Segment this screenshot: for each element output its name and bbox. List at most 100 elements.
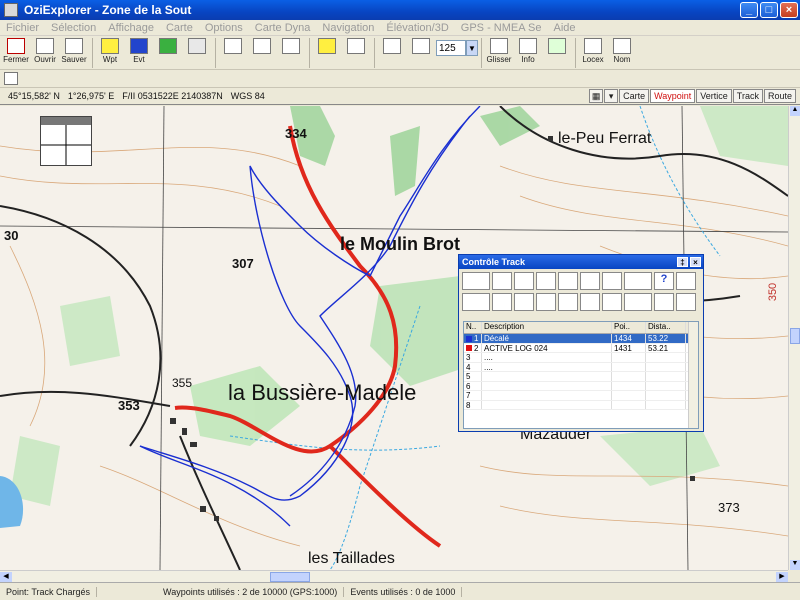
- track-tool-icon-11[interactable]: [462, 293, 490, 311]
- menu-item[interactable]: Élévation/3D: [380, 22, 454, 34]
- track-tool-icon-5[interactable]: [558, 272, 578, 290]
- dialog-pin-icon[interactable]: ‡: [677, 257, 688, 267]
- track-tool-icon-20[interactable]: [676, 293, 696, 311]
- table-row[interactable]: 1 Décalé 1434 53.22: [464, 334, 698, 344]
- map-find-button[interactable]: [342, 38, 370, 54]
- track-number: 4: [466, 362, 471, 372]
- save-map-icon[interactable]: ▾: [604, 89, 619, 103]
- mode-tab-vertice[interactable]: Vertice: [696, 89, 732, 103]
- arrow-up-icon[interactable]: [580, 293, 600, 311]
- table-row[interactable]: 3....: [464, 353, 698, 363]
- track-list-scrollbar[interactable]: [688, 322, 698, 428]
- table-row[interactable]: 2 ACTIVE LOG 024 1431 53.21: [464, 343, 698, 353]
- map-label: le-Peu Ferrat: [558, 130, 652, 147]
- mode-tab-route[interactable]: Route: [763, 89, 796, 103]
- menu-item[interactable]: Carte: [160, 22, 199, 34]
- map-find-icon: [347, 38, 365, 54]
- drag-button[interactable]: Glisser: [485, 38, 513, 64]
- track-tool-icon-8[interactable]: [624, 272, 652, 290]
- vertical-scrollbar[interactable]: ▲ ▼: [788, 106, 800, 570]
- menu-item[interactable]: Sélection: [45, 22, 102, 34]
- menu-item[interactable]: Aide: [547, 22, 581, 34]
- map-label: 30: [4, 228, 19, 243]
- arrow-down-icon[interactable]: [602, 293, 622, 311]
- track-tool-icon-18[interactable]: [624, 293, 652, 311]
- mode-buttons: ▦ ▾ Carte Waypoint Vertice Track Route: [588, 89, 796, 103]
- track-tool-icon-7[interactable]: [602, 272, 622, 290]
- map-label: 334: [285, 126, 307, 141]
- track-distance: [646, 353, 686, 362]
- track-list[interactable]: N.. Description Poi.. Dista.. 1 Décalé 143…: [463, 321, 699, 429]
- close-button[interactable]: ×: [780, 2, 798, 18]
- vertical-scroll-thumb[interactable]: [790, 328, 800, 344]
- mode-tab-carte[interactable]: Carte: [619, 89, 650, 103]
- track-tool-icon-1[interactable]: [462, 272, 490, 290]
- table-row[interactable]: 7: [464, 391, 698, 401]
- windows-button[interactable]: [407, 38, 435, 54]
- track-tool-icon-15[interactable]: [558, 293, 578, 311]
- menu-item[interactable]: Fichier: [0, 22, 45, 34]
- track-color-swatch[interactable]: [466, 345, 472, 352]
- track-tool-icon-6[interactable]: [580, 272, 600, 290]
- track-number: 1: [474, 334, 479, 343]
- grid-icon[interactable]: [4, 72, 18, 85]
- track-tool-icon-10[interactable]: [676, 272, 696, 290]
- mode-tab-waypoint[interactable]: Waypoint: [650, 89, 696, 103]
- help-icon[interactable]: ?: [654, 272, 674, 290]
- menu-item[interactable]: Carte Dyna: [249, 22, 317, 34]
- minimize-button[interactable]: _: [740, 2, 758, 18]
- track-color-swatch[interactable]: [466, 335, 472, 342]
- horizontal-scroll-thumb[interactable]: [270, 572, 310, 582]
- menu-item[interactable]: Navigation: [316, 22, 380, 34]
- track-tool-icon-13[interactable]: [514, 293, 534, 311]
- track-tool-icon-19[interactable]: [654, 293, 674, 311]
- table-row[interactable]: 6: [464, 381, 698, 391]
- nav-button-1[interactable]: [219, 38, 247, 54]
- track-tool-icon-2[interactable]: [492, 272, 512, 290]
- event-icon: [130, 38, 148, 54]
- nav-button-3[interactable]: [277, 38, 305, 54]
- menu-item[interactable]: GPS - NMEA Se: [455, 22, 548, 34]
- table-row[interactable]: 4....: [464, 362, 698, 372]
- menu-item[interactable]: Affichage: [102, 22, 160, 34]
- dialog-close-icon[interactable]: ×: [690, 257, 701, 267]
- move-arrows-button[interactable]: [543, 38, 571, 54]
- track-description: ....: [482, 353, 612, 362]
- event-button[interactable]: Evt: [125, 38, 153, 64]
- map-label: 373: [718, 500, 740, 515]
- dialog-title: Contrôle Track: [462, 257, 526, 267]
- zoom-level-input[interactable]: 125: [436, 40, 466, 56]
- zoom-dropdown-icon[interactable]: ▼: [466, 40, 478, 56]
- track-number: 3: [466, 353, 471, 362]
- locex-button[interactable]: Locex: [579, 38, 607, 64]
- name-button[interactable]: Nom: [608, 38, 636, 64]
- track-tool-icon-12[interactable]: [492, 293, 512, 311]
- print-icon[interactable]: ▦: [589, 89, 604, 103]
- overview-map[interactable]: [40, 116, 92, 166]
- nav-button-2[interactable]: [248, 38, 276, 54]
- datum-readout: WGS 84: [230, 91, 265, 101]
- route-tool-button[interactable]: [183, 38, 211, 54]
- title-bar: OziExplorer - Zone de la Sout _ □ ×: [0, 0, 800, 20]
- mode-tab-track[interactable]: Track: [732, 89, 763, 103]
- track-tool-button[interactable]: [154, 38, 182, 54]
- close-map-button[interactable]: Fermer: [2, 38, 30, 64]
- table-row[interactable]: 5: [464, 372, 698, 382]
- map-list-icon: [318, 38, 336, 54]
- horizontal-scrollbar[interactable]: ◀ ▶: [0, 570, 788, 582]
- zoom-find-button[interactable]: [378, 38, 406, 54]
- map-list-button[interactable]: [313, 38, 341, 54]
- open-button[interactable]: Ouvrir: [31, 38, 59, 64]
- table-row[interactable]: 8: [464, 400, 698, 410]
- track-tool-icon-4[interactable]: [536, 272, 556, 290]
- maximize-button[interactable]: □: [760, 2, 778, 18]
- track-tool-icon-14[interactable]: [536, 293, 556, 311]
- menu-item[interactable]: Options: [199, 22, 249, 34]
- waypoint-button[interactable]: Wpt: [96, 38, 124, 64]
- track-number: 2: [474, 343, 479, 353]
- magnifier-icon: [383, 38, 401, 54]
- track-tool-icon-3[interactable]: [514, 272, 534, 290]
- save-button[interactable]: Sauver: [60, 38, 88, 64]
- save-icon: [65, 38, 83, 54]
- info-button[interactable]: Info: [514, 38, 542, 64]
